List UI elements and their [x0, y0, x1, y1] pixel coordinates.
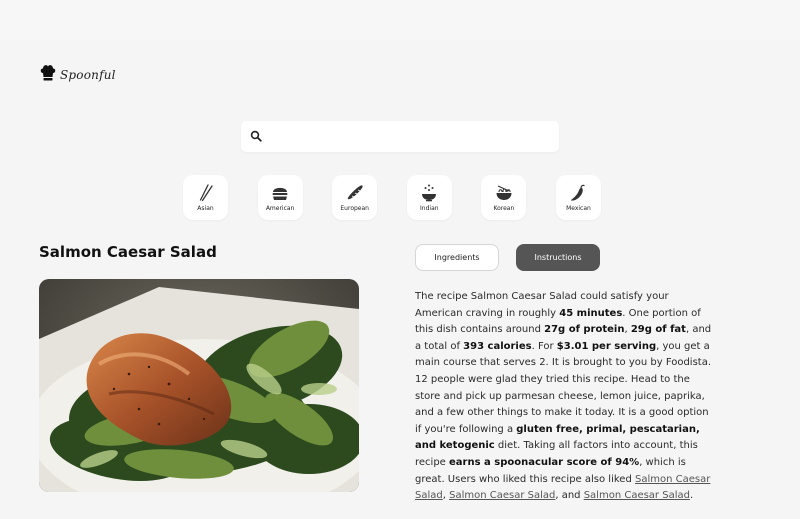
search-bar[interactable]	[241, 121, 559, 152]
cuisine-label: American	[265, 204, 295, 212]
cuisine-korean[interactable]: Korean	[481, 175, 527, 220]
cuisine-indian[interactable]: Indian	[406, 175, 452, 220]
burger-icon	[272, 187, 288, 200]
baguette-icon	[347, 184, 363, 199]
brand-logo[interactable]: Spoonful	[40, 64, 116, 86]
cuisine-mexican[interactable]: Mexican	[555, 175, 601, 220]
chili-pepper-icon	[571, 184, 586, 201]
cuisine-label: European	[340, 204, 369, 212]
cuisine-european[interactable]: European	[332, 175, 378, 220]
cuisine-list: Asian American European Indian Korean Me…	[183, 175, 601, 220]
search-icon	[250, 130, 262, 142]
noodle-bowl-icon	[496, 184, 512, 200]
calorie-amount: 393 calories	[463, 340, 532, 352]
cuisine-label: Indian	[420, 204, 439, 212]
related-recipe-link[interactable]: Salmon Caesar Salad	[584, 490, 690, 501]
recipe-title: Salmon Caesar Salad	[39, 243, 217, 261]
spoonacular-score: earns a spoonacular score of 94%	[449, 456, 640, 468]
tab-instructions[interactable]: Instructions	[516, 244, 600, 271]
related-recipe-link[interactable]: Salmon Caesar Salad	[449, 490, 555, 501]
tab-ingredients[interactable]: Ingredients	[415, 244, 499, 271]
brand-name: Spoonful	[60, 68, 116, 82]
recipe-image	[39, 279, 359, 492]
curry-icon	[422, 184, 437, 201]
recipe-summary: The recipe Salmon Caesar Salad could sat…	[415, 291, 712, 502]
fat-amount: 29g of fat	[630, 324, 686, 336]
cuisine-asian[interactable]: Asian	[183, 175, 228, 220]
search-input[interactable]	[269, 121, 553, 152]
top-band	[0, 0, 800, 40]
protein-amount: 27g of protein	[544, 324, 625, 336]
cuisine-label: Asian	[197, 204, 214, 212]
cuisine-label: Mexican	[566, 204, 591, 212]
chopsticks-icon	[199, 183, 213, 201]
recipe-tabs: Ingredients Instructions	[415, 244, 600, 271]
cook-time: 45 minutes	[559, 307, 623, 319]
cuisine-label: Korean	[493, 204, 515, 212]
chef-hat-icon	[40, 64, 56, 86]
price-per-serving: $3.01 per serving	[556, 340, 657, 352]
cuisine-american[interactable]: American	[257, 175, 303, 220]
